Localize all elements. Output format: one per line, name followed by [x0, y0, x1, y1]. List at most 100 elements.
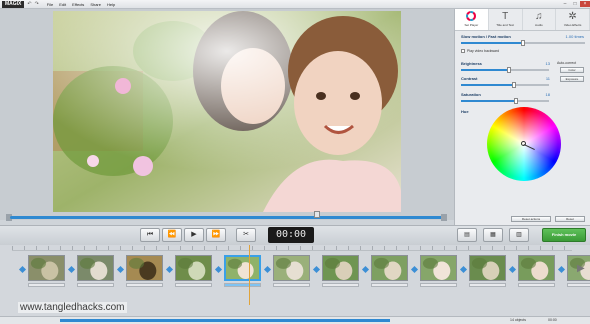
timeline-view-button[interactable]: ▦ [483, 228, 503, 242]
brightness-slider[interactable] [461, 67, 549, 73]
hue-handle[interactable] [521, 141, 526, 146]
brightness-value: 13 [545, 61, 550, 66]
speed-slider[interactable] [461, 40, 585, 46]
clip-duration-bar[interactable] [175, 283, 212, 287]
preview-area [0, 9, 454, 221]
clip-thumbnail [371, 255, 408, 281]
timeline-clip[interactable] [175, 255, 212, 293]
skip-start-button[interactable]: ⏮ [140, 228, 160, 242]
transition-icon[interactable] [312, 265, 321, 274]
exposure-button[interactable]: Exposure [560, 76, 584, 82]
film-icon: ▥ [516, 232, 522, 238]
timeline-clip[interactable] [322, 255, 359, 293]
saturation-value: 18 [545, 92, 550, 97]
clip-thumbnail [420, 255, 457, 281]
film-view-button[interactable]: ▥ [509, 228, 529, 242]
speed-knob[interactable] [521, 40, 525, 46]
clip-duration-bar[interactable] [224, 283, 261, 287]
clip-duration-bar[interactable] [273, 283, 310, 287]
reset-actions-button[interactable]: Reset actions [511, 216, 551, 222]
transition-icon[interactable] [116, 265, 125, 274]
timeline-clip[interactable] [28, 255, 65, 293]
clip-duration-bar[interactable] [567, 283, 590, 287]
scrub-handle[interactable] [314, 211, 320, 218]
transition-icon[interactable] [214, 265, 223, 274]
brightness-knob[interactable] [507, 67, 512, 73]
transition-icon[interactable] [67, 265, 76, 274]
close-icon[interactable]: × [580, 1, 590, 7]
play-backward-checkbox[interactable]: Play video backward [461, 49, 499, 53]
menu-edit[interactable]: Edit [59, 2, 66, 7]
playhead[interactable] [249, 245, 250, 305]
contrast-knob[interactable] [511, 82, 516, 88]
transition-icon[interactable] [557, 265, 566, 274]
clip-duration-bar[interactable] [126, 283, 163, 287]
transition-icon[interactable] [459, 265, 468, 274]
reset-button[interactable]: Reset [555, 216, 585, 222]
transition-icon[interactable] [165, 265, 174, 274]
fast-forward-icon: ⏩ [211, 231, 221, 238]
clip-duration-bar[interactable] [28, 283, 65, 287]
scroll-right-icon[interactable]: ▶ [577, 263, 587, 277]
scissors-icon: ✂ [243, 231, 249, 238]
cut-button[interactable]: ✂ [236, 228, 256, 242]
timeline-clip[interactable] [224, 255, 261, 293]
scrub-end-marker[interactable] [441, 214, 447, 221]
transition-icon[interactable] [263, 265, 272, 274]
tab-video-effects[interactable]: ✲ Video Effects [556, 9, 590, 30]
menu-effects[interactable]: Effects [72, 2, 84, 7]
contrast-value: 11 [545, 76, 550, 81]
preview-scrubber[interactable] [6, 211, 447, 221]
menu-help[interactable]: Help [107, 2, 115, 7]
transition-icon[interactable] [361, 265, 370, 274]
tab-audio[interactable]: ♫ Audio [523, 9, 557, 30]
play-button[interactable]: ▶ [184, 228, 204, 242]
saturation-label: Saturation [461, 92, 481, 97]
tab-set-player[interactable]: Set Player [455, 9, 489, 30]
transition-icon[interactable] [508, 265, 517, 274]
color-button[interactable]: Color [560, 67, 584, 73]
transition-icon[interactable] [410, 265, 419, 274]
timeline-clip[interactable] [469, 255, 506, 293]
clip-duration-bar[interactable] [469, 283, 506, 287]
rewind-button[interactable]: ⏪ [162, 228, 182, 242]
timeline-clip[interactable] [518, 255, 555, 293]
finish-movie-button[interactable]: Finish movie [542, 228, 586, 242]
audio-icon: ♫ [535, 11, 543, 22]
maximize-icon[interactable]: □ [570, 1, 580, 7]
hue-color-wheel[interactable] [487, 107, 561, 181]
fast-forward-button[interactable]: ⏩ [206, 228, 226, 242]
hue-label: Hue [461, 109, 469, 114]
checkbox-box[interactable] [461, 49, 465, 53]
transition-icon[interactable] [18, 265, 27, 274]
clip-duration-bar[interactable] [77, 283, 114, 287]
saturation-knob[interactable] [513, 98, 518, 104]
undo-icon[interactable]: ↶ [27, 1, 31, 7]
timeline-ruler[interactable] [12, 246, 572, 251]
rewind-icon: ⏪ [167, 231, 177, 238]
redo-icon[interactable]: ↷ [35, 1, 39, 7]
timeline-clip[interactable] [420, 255, 457, 293]
menu-file[interactable]: File [47, 2, 53, 7]
storyboard-view-button[interactable]: ▤ [457, 228, 477, 242]
contrast-slider[interactable] [461, 82, 549, 88]
timeline-clip[interactable] [273, 255, 310, 293]
timeline-clip[interactable] [77, 255, 114, 293]
tab-label: Title and Text [496, 23, 514, 27]
timeline-clip[interactable] [371, 255, 408, 293]
timeline-clip[interactable] [126, 255, 163, 293]
saturation-slider[interactable] [461, 98, 549, 104]
minimize-icon[interactable]: – [560, 1, 570, 7]
speed-fill [461, 42, 523, 44]
video-preview[interactable] [53, 11, 401, 212]
window-controls: – □ × [560, 1, 590, 7]
status-time: 00:00 [548, 318, 557, 322]
clip-duration-bar[interactable] [420, 283, 457, 287]
scrub-track[interactable] [10, 216, 443, 219]
clip-thumbnail [322, 255, 359, 281]
clip-duration-bar[interactable] [371, 283, 408, 287]
tab-title-text[interactable]: T Title and Text [489, 9, 523, 30]
menu-share[interactable]: Share [90, 2, 101, 7]
clip-duration-bar[interactable] [518, 283, 555, 287]
clip-duration-bar[interactable] [322, 283, 359, 287]
